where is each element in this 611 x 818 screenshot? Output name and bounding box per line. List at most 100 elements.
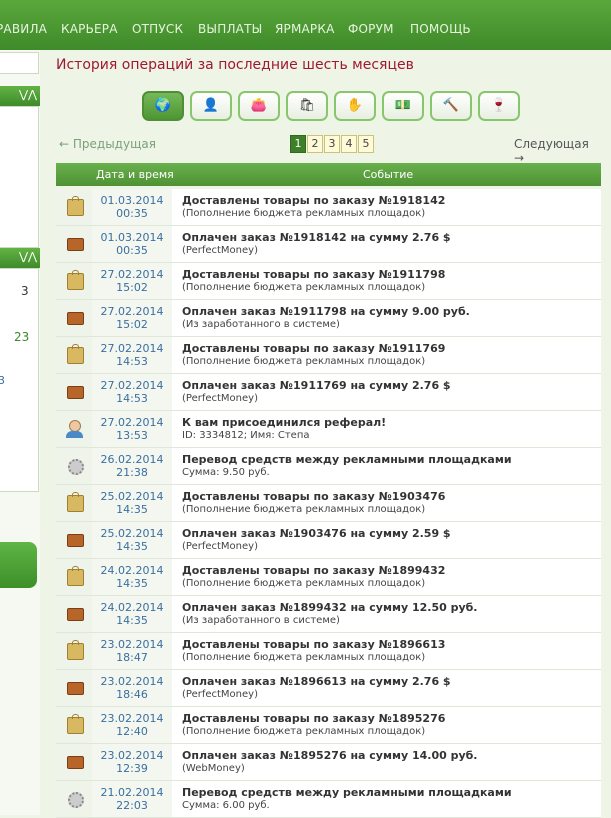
wallet-icon xyxy=(67,534,84,547)
row-time: 22:03 xyxy=(116,799,148,812)
event-title: Доставлены товары по заказу №1896613 xyxy=(182,638,446,651)
nav-payouts[interactable]: ВЫПЛАТЫ xyxy=(198,22,262,36)
row-time: 18:46 xyxy=(116,688,148,701)
nav-fair[interactable]: ЯРМАРКА xyxy=(275,22,335,36)
row-event: Оплачен заказ №1899432 на сумму 12.50 ру… xyxy=(182,601,478,626)
nav-forum[interactable]: ФОРУМ xyxy=(348,22,394,36)
row-time: 13:53 xyxy=(116,429,148,442)
page-4[interactable]: 4 xyxy=(341,135,357,153)
row-datetime: 26.02.2014 21:38 xyxy=(92,448,172,484)
table-row: 25.02.2014 14:35 Оплачен заказ №1903476 на… xyxy=(56,522,601,559)
nav-help[interactable]: ПОМОЩЬ xyxy=(410,22,471,36)
event-details: (WebMoney) xyxy=(182,763,245,774)
event-details: (Из заработанного в системе) xyxy=(182,615,340,626)
event-details: (Пополнение бюджета рекламных площадок) xyxy=(182,208,426,219)
row-time: 12:40 xyxy=(116,725,148,738)
filter-referrals-button[interactable]: 👤 xyxy=(190,91,232,121)
event-title: Оплачен заказ №1895276 на сумму 14.00 ру… xyxy=(182,749,478,762)
event-details: (Пополнение бюджета рекламных площадок) xyxy=(182,282,426,293)
event-title: Перевод средств между рекламными площадк… xyxy=(182,786,512,799)
row-date: 27.02.2014 xyxy=(100,416,164,429)
left-box-3 xyxy=(0,268,39,492)
wallet-icon xyxy=(67,386,84,399)
row-time: 00:35 xyxy=(116,244,148,257)
row-icon-cell xyxy=(56,374,92,410)
left-box-1 xyxy=(0,52,39,74)
collapse-icon[interactable]: ⋁⋀ xyxy=(19,88,37,101)
table-row: 24.02.2014 14:35 Доставлены товары по зака… xyxy=(56,559,601,596)
nav-rules[interactable]: РАВИЛА xyxy=(0,22,47,36)
page-3[interactable]: 3 xyxy=(324,135,340,153)
left-count-3: 3 xyxy=(0,374,5,387)
table-row: 23.02.2014 18:47 Доставлены товары по зака… xyxy=(56,633,601,670)
user-icon: 👤 xyxy=(202,98,220,113)
row-datetime: 27.02.2014 15:02 xyxy=(92,263,172,299)
row-icon-cell xyxy=(56,781,92,817)
row-event: Доставлены товары по заказу №1903476 (Поп… xyxy=(182,490,445,515)
bag-icon xyxy=(67,196,84,216)
left-count-1: 3 xyxy=(21,284,29,298)
event-details: (Пополнение бюджета рекламных площадок) xyxy=(182,504,426,515)
row-date: 27.02.2014 xyxy=(100,379,164,392)
row-time: 14:35 xyxy=(116,540,148,553)
left-panel-header-2[interactable]: ⋁⋀ xyxy=(0,248,40,268)
row-datetime: 23.02.2014 18:47 xyxy=(92,633,172,669)
table-header: Дата и время Событие xyxy=(56,163,601,186)
event-title: Доставлены товары по заказу №1911769 xyxy=(182,342,446,355)
row-time: 14:35 xyxy=(116,503,148,516)
row-datetime: 25.02.2014 14:35 xyxy=(92,522,172,558)
left-green-button[interactable] xyxy=(0,542,37,588)
filter-orders-button[interactable]: 🛍 xyxy=(286,91,328,121)
event-title: Оплачен заказ №1911798 на сумму 9.00 руб… xyxy=(182,305,470,318)
page-title: История операций за последние шесть меся… xyxy=(56,57,414,73)
table-row: 25.02.2014 14:35 Доставлены товары по зака… xyxy=(56,485,601,522)
row-event: Доставлены товары по заказу №1896613 (Поп… xyxy=(182,638,445,663)
filter-all-button[interactable]: 🌍 xyxy=(142,91,184,121)
event-details: (PerfectMoney) xyxy=(182,689,258,700)
page-2[interactable]: 2 xyxy=(307,135,323,153)
collapse-icon[interactable]: ⋁⋀ xyxy=(19,250,37,263)
event-title: Доставлены товары по заказу №1895276 xyxy=(182,712,446,725)
nav-vacation[interactable]: ОТПУСК xyxy=(132,22,183,36)
pager-next-link[interactable]: Следующая → xyxy=(514,137,601,165)
row-datetime: 23.02.2014 18:46 xyxy=(92,670,172,706)
left-box-2 xyxy=(0,106,39,248)
wallet-icon xyxy=(67,682,84,695)
pager-prev-link[interactable]: ← Предыдущая xyxy=(59,137,156,151)
row-date: 23.02.2014 xyxy=(100,712,164,725)
row-event: Оплачен заказ №1896613 на сумму 2.76 $ (P… xyxy=(182,675,451,700)
row-datetime: 23.02.2014 12:39 xyxy=(92,744,172,780)
table-row: 27.02.2014 14:53 Оплачен заказ №1911769 на… xyxy=(56,374,601,411)
event-details: (Пополнение бюджета рекламных площадок) xyxy=(182,578,426,589)
event-details: Сумма: 6.00 руб. xyxy=(182,800,270,811)
filter-auction-button[interactable]: 🔨 xyxy=(430,91,472,121)
filter-other-button[interactable]: 🍷 xyxy=(478,91,520,121)
filter-payments-button[interactable]: 👛 xyxy=(238,91,280,121)
row-event: Доставлены товары по заказу №1899432 (Поп… xyxy=(182,564,445,589)
row-datetime: 27.02.2014 15:02 xyxy=(92,300,172,336)
nav-career[interactable]: КАРЬЕРА xyxy=(61,22,118,36)
page-5[interactable]: 5 xyxy=(358,135,374,153)
left-count-2: 23 xyxy=(14,330,30,344)
row-datetime: 01.03.2014 00:35 xyxy=(92,226,172,262)
money-icon: 💵 xyxy=(394,98,412,113)
wallet-icon xyxy=(67,756,84,769)
page-1[interactable]: 1 xyxy=(290,135,306,153)
wallet-icon xyxy=(67,312,84,325)
event-title: Доставлены товары по заказу №1899432 xyxy=(182,564,446,577)
row-time: 14:35 xyxy=(116,577,148,590)
row-datetime: 27.02.2014 14:53 xyxy=(92,374,172,410)
row-icon-cell xyxy=(56,596,92,632)
row-icon-cell xyxy=(56,300,92,336)
event-details: (PerfectMoney) xyxy=(182,393,258,404)
filter-work-button[interactable]: ✋ xyxy=(334,91,376,121)
event-details: (Пополнение бюджета рекламных площадок) xyxy=(182,356,426,367)
row-time: 00:35 xyxy=(116,207,148,220)
left-sidebar: ⋁⋀ ⋁⋀ 3 23 3 xyxy=(0,50,40,815)
row-event: Доставлены товары по заказу №1895276 (Поп… xyxy=(182,712,445,737)
left-panel-header-1[interactable]: ⋁⋀ xyxy=(0,86,40,106)
event-title: Оплачен заказ №1918142 на сумму 2.76 $ xyxy=(182,231,451,244)
filter-money-button[interactable]: 💵 xyxy=(382,91,424,121)
row-event: К вам присоединился реферал! ID: 3334812;… xyxy=(182,416,386,441)
wallet-icon xyxy=(67,238,84,251)
